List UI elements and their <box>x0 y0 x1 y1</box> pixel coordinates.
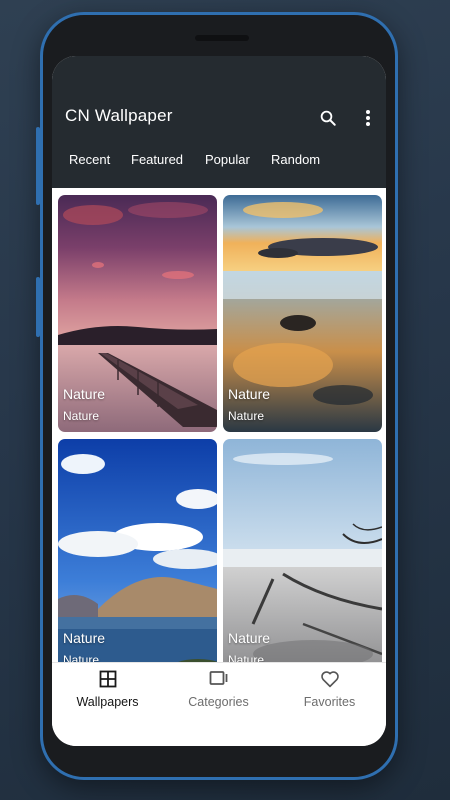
categories-icon <box>163 670 274 690</box>
tab-featured[interactable]: Featured <box>131 152 183 167</box>
app-screen: CN Wallpaper Recent Featured Popular Ran <box>52 56 386 746</box>
tab-bar: Recent Featured Popular Random <box>52 152 386 182</box>
nav-wallpapers[interactable]: Wallpapers <box>52 663 163 713</box>
wallpaper-title: Nature <box>228 630 271 646</box>
wallpaper-category: Nature <box>63 409 100 423</box>
volume-button <box>36 127 40 205</box>
power-button <box>36 277 40 337</box>
search-icon[interactable] <box>314 104 342 132</box>
app-bar: CN Wallpaper Recent Featured Popular Ran <box>52 56 386 188</box>
more-vert-icon[interactable] <box>354 104 382 132</box>
wallpaper-card[interactable]: Nature Nature <box>223 195 382 432</box>
nav-favorites[interactable]: Favorites <box>274 663 385 713</box>
wallpaper-image <box>223 439 382 662</box>
phone-frame: CN Wallpaper Recent Featured Popular Ran <box>36 12 398 780</box>
grid-icon <box>52 670 163 690</box>
tab-popular[interactable]: Popular <box>205 152 250 167</box>
wallpaper-card[interactable]: Nature Nature <box>58 195 217 432</box>
wallpaper-title: Nature <box>228 386 271 402</box>
wallpaper-grid: Nature Nature Nature Nature Nature Natur… <box>52 188 386 662</box>
nav-categories[interactable]: Categories <box>163 663 274 713</box>
heart-icon <box>274 670 385 690</box>
wallpaper-category: Nature <box>63 653 100 662</box>
app-title: CN Wallpaper <box>65 106 173 125</box>
nav-label: Favorites <box>303 695 356 709</box>
wallpaper-card[interactable]: Nature Nature <box>58 439 217 662</box>
tab-random[interactable]: Random <box>271 152 320 167</box>
wallpaper-card[interactable]: Nature Nature <box>223 439 382 662</box>
wallpaper-category: Nature <box>228 409 265 423</box>
wallpaper-title: Nature <box>63 630 106 646</box>
speaker-grille <box>195 35 249 41</box>
wallpaper-title: Nature <box>63 386 106 402</box>
wallpaper-category: Nature <box>228 653 265 662</box>
wallpaper-image <box>58 439 217 662</box>
bottom-navigation: Wallpapers Categories Favorites <box>52 662 386 746</box>
nav-label: Wallpapers <box>76 695 139 709</box>
nav-label: Categories <box>188 695 249 709</box>
tab-recent[interactable]: Recent <box>69 152 110 167</box>
